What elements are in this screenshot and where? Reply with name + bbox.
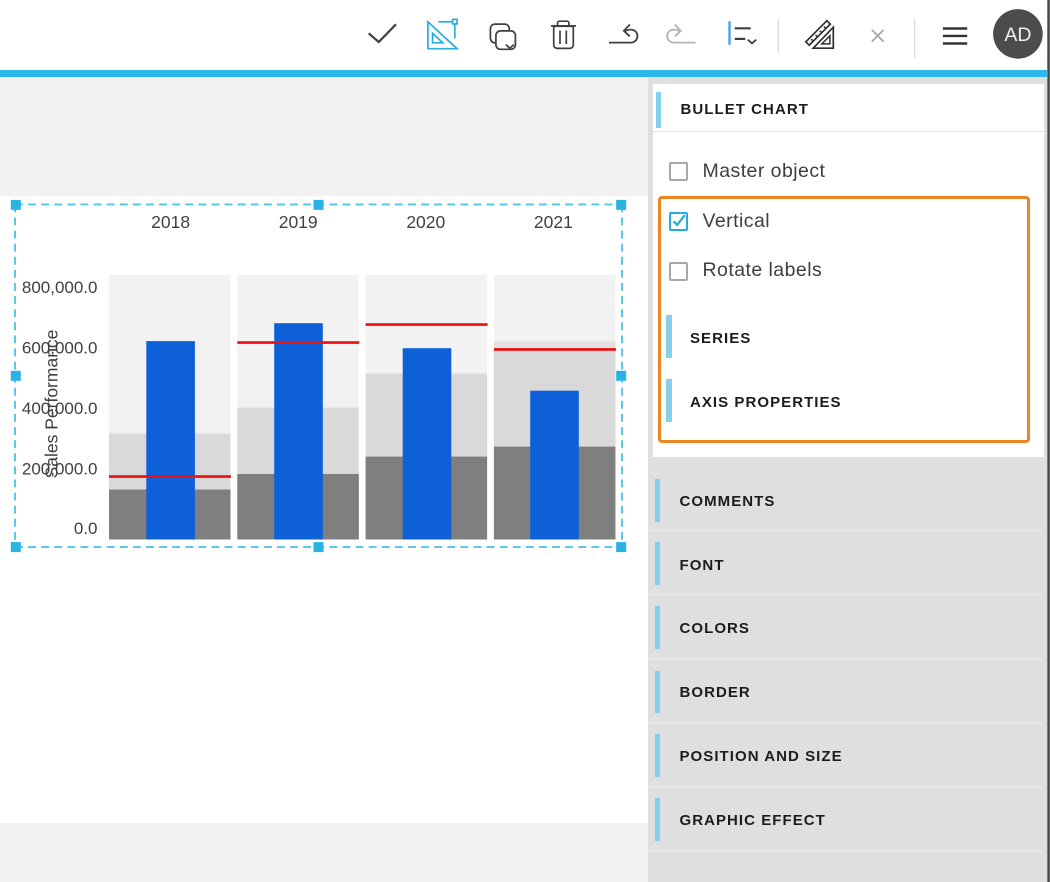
svg-text:2019: 2019 (279, 212, 318, 232)
svg-text:2021: 2021 (534, 212, 573, 232)
svg-text:0.0: 0.0 (74, 519, 98, 538)
svg-text:AD: AD (1004, 24, 1031, 46)
svg-text:Sales Performance: Sales Performance (42, 330, 62, 479)
svg-text:2020: 2020 (406, 212, 445, 232)
svg-text:800,000.0: 800,000.0 (22, 278, 98, 297)
svg-text:2018: 2018 (151, 212, 190, 232)
